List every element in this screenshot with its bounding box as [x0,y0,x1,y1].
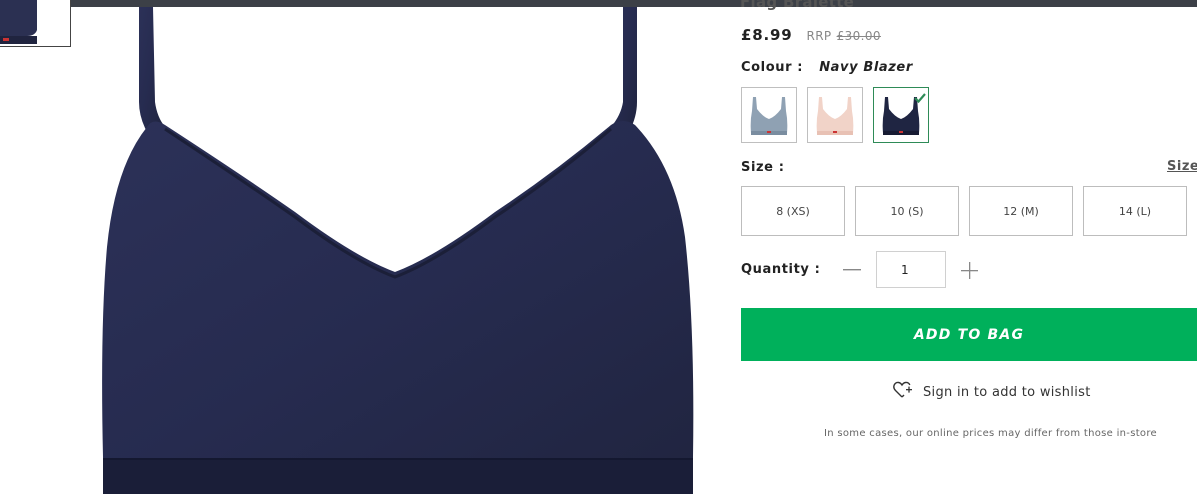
quantity-label: Quantity : [741,262,821,277]
colour-swatch-navy-blazer[interactable] [873,87,929,143]
size-guide-link[interactable]: Size [1167,159,1197,174]
colour-swatch-grey-blue[interactable] [741,87,797,143]
price-disclaimer: In some cases, our online prices may dif… [824,428,1157,439]
product-main-image [95,7,705,494]
grey-blue-bralette-image [750,97,788,135]
quantity-input[interactable] [876,251,946,288]
size-options: 8 (XS) 10 (S) 12 (M) 14 (L) [741,186,1187,236]
wishlist-link[interactable]: Sign in to add to wishlist [893,381,1091,403]
heart-plus-icon [893,381,913,403]
size-label: Size : [741,160,785,175]
sale-price: £8.99 [741,26,793,44]
size-option-14-l[interactable]: 14 (L) [1083,186,1187,236]
add-to-bag-button[interactable]: ADD TO BAG [741,308,1197,361]
colour-label: Colour : [741,60,804,75]
pink-bralette-image [816,97,854,135]
browser-top-bar [0,0,1197,7]
selected-check-icon [914,89,926,108]
wishlist-label: Sign in to add to wishlist [923,384,1091,400]
rrp-label: RRP [806,29,832,43]
product-title: Flag Bralette [740,0,855,11]
size-option-8-xs[interactable]: 8 (XS) [741,186,845,236]
colour-swatches [741,87,929,143]
size-option-10-s[interactable]: 10 (S) [855,186,959,236]
price-row: £8.99 RRP £30.00 [741,26,881,44]
product-thumbnail[interactable] [0,0,71,47]
plus-icon[interactable] [960,261,978,279]
colour-row: Colour : Navy Blazer [741,60,913,75]
size-option-12-m[interactable]: 12 (M) [969,186,1073,236]
selected-colour: Navy Blazer [819,60,913,75]
colour-swatch-pink[interactable] [807,87,863,143]
rrp-price: £30.00 [836,29,881,43]
minus-icon[interactable] [842,262,862,278]
